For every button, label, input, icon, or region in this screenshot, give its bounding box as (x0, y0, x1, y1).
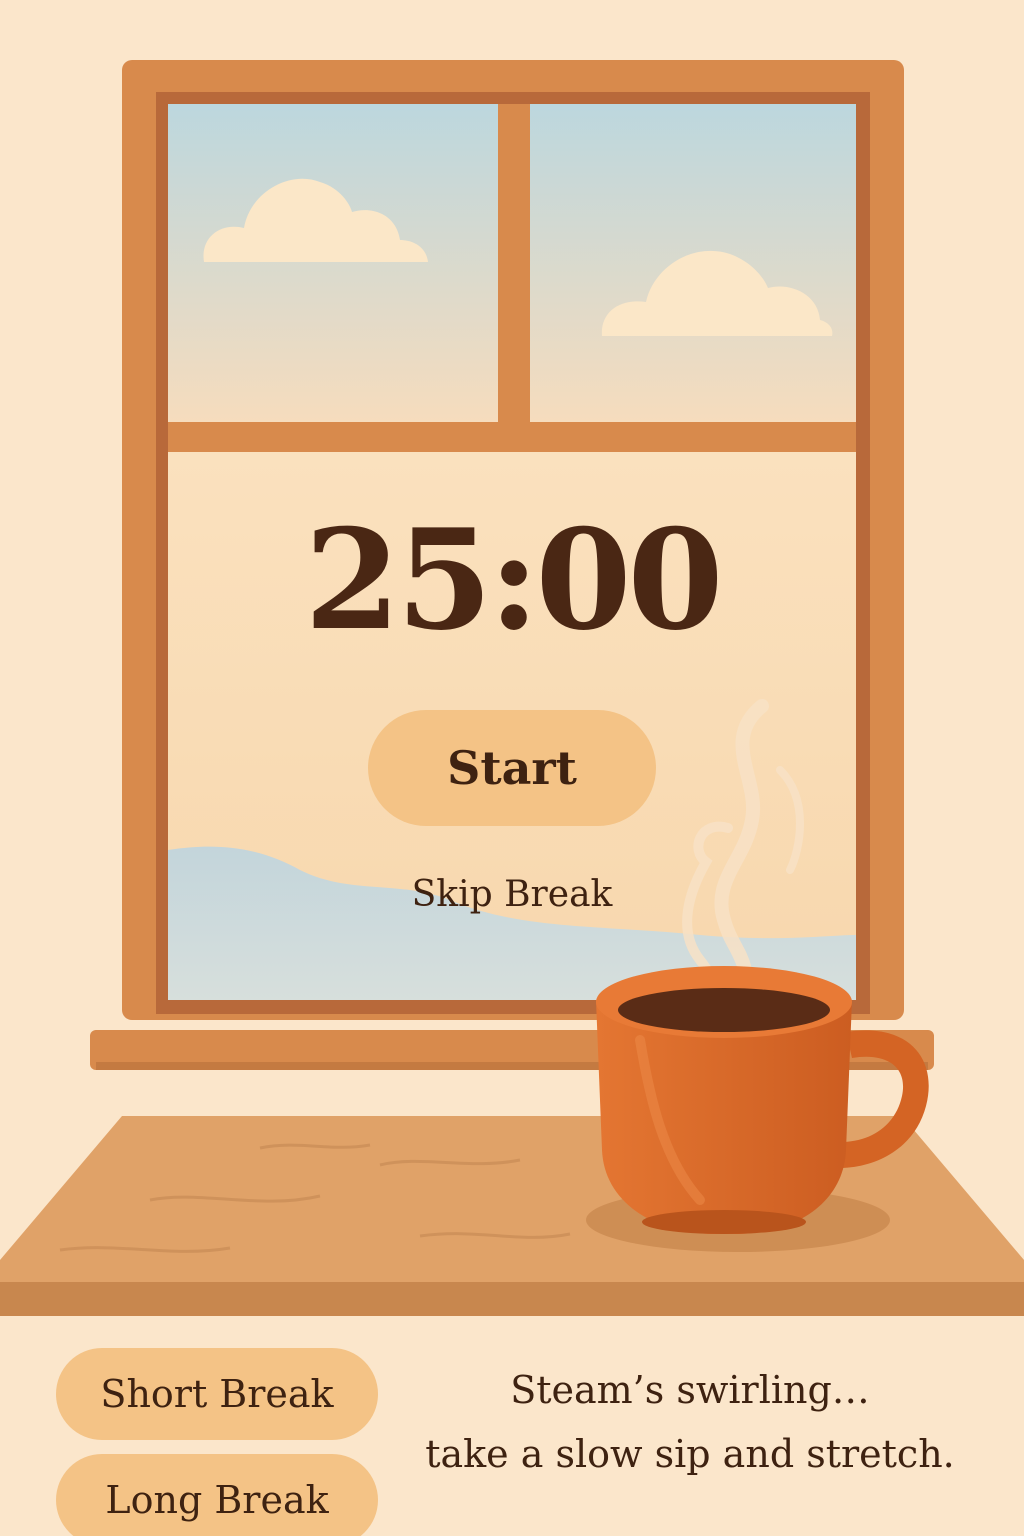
sky-pane-left (168, 104, 498, 422)
window-mullion-vertical (498, 104, 530, 424)
mug-base (642, 1210, 806, 1234)
break-message-line-2: take a slow sip and stretch. (425, 1432, 955, 1476)
window-mullion-horizontal (168, 422, 856, 452)
break-message-line-1: Steam’s swirling… (510, 1368, 870, 1412)
skip-break-button[interactable]: Skip Break (352, 862, 672, 926)
break-message: Steam’s swirling… take a slow sip and st… (410, 1358, 970, 1486)
short-break-button[interactable]: Short Break (56, 1348, 378, 1440)
timer-display: 25:00 (304, 498, 723, 661)
coffee-surface (618, 988, 830, 1032)
wooden-table-edge (0, 1282, 1024, 1316)
start-button[interactable]: Start (368, 710, 656, 826)
long-break-button[interactable]: Long Break (56, 1454, 378, 1536)
